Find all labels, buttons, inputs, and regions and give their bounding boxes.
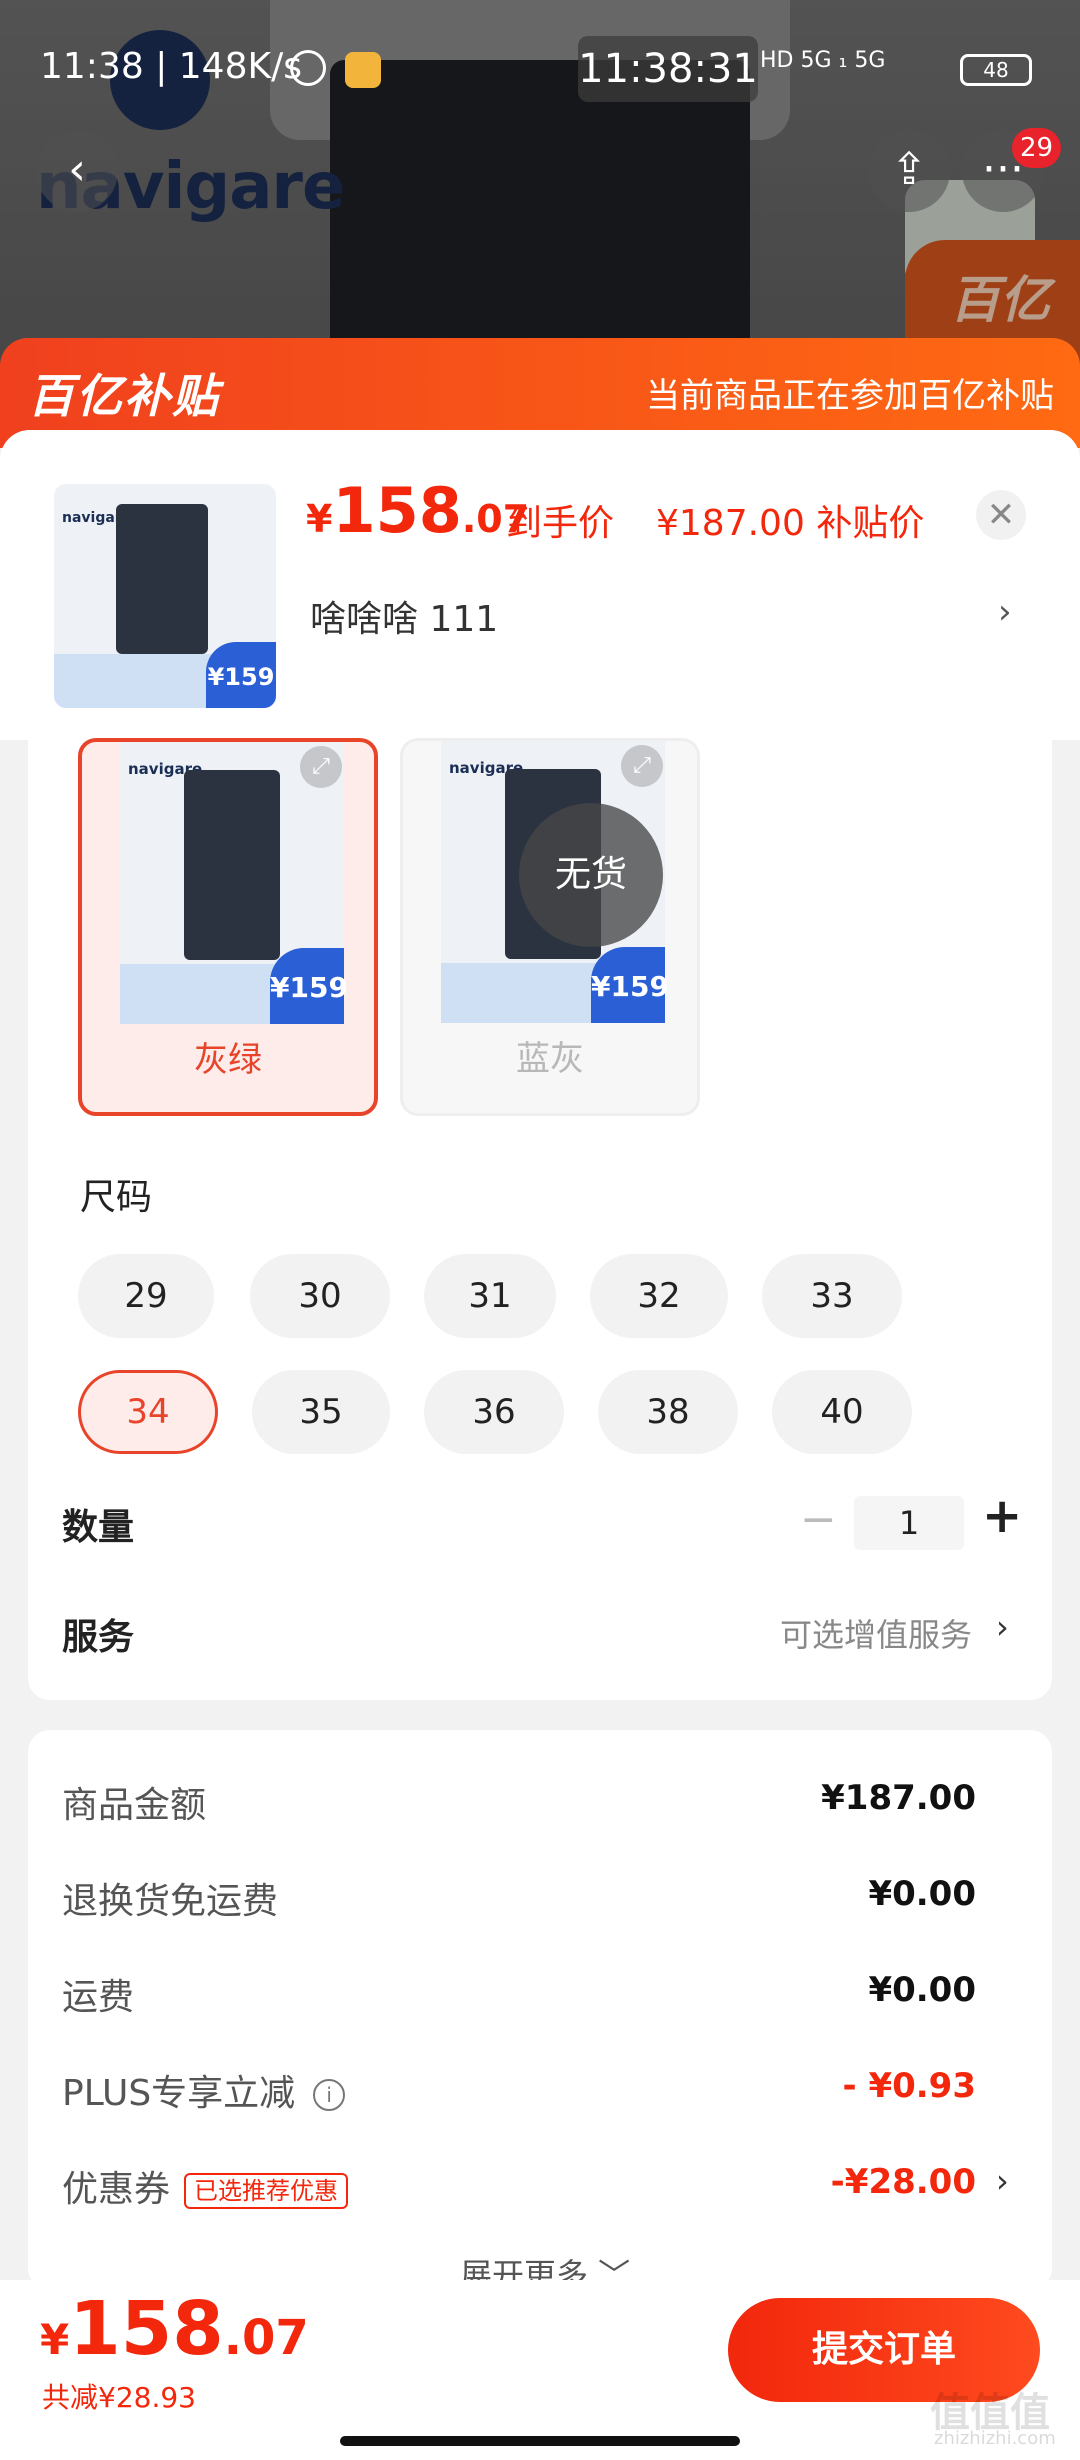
plus-discount-row: PLUS专享立减 i [62, 2064, 346, 2116]
status-time: 11:38 | 148K/s [40, 46, 302, 87]
chevron-right-icon[interactable]: › [998, 592, 1012, 632]
size-option-36[interactable]: 36 [424, 1370, 564, 1454]
status-bar: 11:38 | 148K/s 11:38:31 HD 5G ₁ 5G 48 [0, 36, 1080, 102]
bottom-price-yen: ¥ [40, 2315, 70, 2364]
message-count-badge: 29 [1012, 128, 1062, 168]
tile-price: ¥159 [591, 947, 669, 1023]
size-option-29[interactable]: 29 [78, 1254, 214, 1338]
coupon-row[interactable]: 优惠券 已选推荐优惠 [62, 2160, 349, 2212]
alarm-icon [290, 50, 326, 86]
price-row-label: 优惠券 [62, 2169, 171, 2210]
share-button[interactable]: ⇪ [868, 130, 950, 212]
size-option-33[interactable]: 33 [762, 1254, 902, 1338]
price-int: 158 [332, 474, 462, 547]
clock-overlay: 11:38:31 [578, 36, 758, 102]
back-button[interactable]: ‹ [36, 130, 118, 212]
service-label: 服务 [62, 1617, 135, 1658]
service-option[interactable]: 可选增值服务 [780, 1610, 972, 1656]
size-option-30[interactable]: 30 [250, 1254, 390, 1338]
price-row-label: 退换货免运费 [62, 1881, 279, 1922]
price-row-value: - ¥0.93 [842, 2066, 977, 2106]
quantity-label: 数量 [62, 1507, 135, 1548]
chevron-right-icon[interactable]: › [996, 1608, 1009, 1646]
close-icon[interactable]: ✕ [976, 490, 1026, 540]
price-row-label: 运费 [62, 1977, 135, 2018]
size-section-title: 尺码 [80, 1177, 153, 1218]
soldout-badge: 无货 [519, 803, 663, 947]
price-yen: ¥ [306, 497, 333, 541]
bottom-price: ¥158.07 [40, 2286, 309, 2372]
total-savings: 共减¥28.93 [42, 2381, 196, 2414]
subsidy-price: ¥187.00 补贴价 [656, 503, 925, 544]
price-row-value: -¥28.00 [830, 2162, 976, 2202]
price-row-label: 商品金额 [62, 1785, 207, 1826]
app-notification-icon [345, 52, 381, 88]
chevron-right-icon[interactable]: › [996, 2162, 1009, 2200]
tile-price: ¥159 [270, 948, 348, 1024]
final-price-label: 到手价 [506, 503, 615, 544]
color-option-label: 蓝灰 [516, 1039, 584, 1079]
size-option-32[interactable]: 32 [590, 1254, 728, 1338]
color-option-blue-gray[interactable]: navigare ¥159 ⤢ 无货 蓝灰 [400, 738, 700, 1116]
bottom-price-dec: .07 [223, 2310, 309, 2366]
watermark-url: zhizhizhi.com [934, 2428, 1056, 2449]
quantity-plus-button[interactable]: + [982, 1488, 1022, 1544]
home-indicator[interactable] [340, 2436, 740, 2446]
color-option-label: 灰绿 [194, 1040, 262, 1080]
price-row-label: PLUS专享立减 [62, 2073, 296, 2114]
bottom-price-int: 158 [69, 2286, 224, 2372]
quantity-minus-button[interactable]: − [800, 1494, 837, 1545]
final-price: ¥158.07 [306, 474, 529, 547]
price-row-value: ¥0.00 [868, 1874, 976, 1914]
color-option-image: navigare ¥159 ⤢ [120, 742, 348, 1024]
size-option-34[interactable]: 34 [78, 1370, 218, 1454]
battery-icon: 48 [960, 54, 1032, 86]
product-thumbnail[interactable]: navigare ¥159 [54, 484, 276, 708]
color-option-gray-green[interactable]: navigare ¥159 ⤢ 灰绿 [78, 738, 378, 1116]
size-option-35[interactable]: 35 [252, 1370, 390, 1454]
size-option-31[interactable]: 31 [424, 1254, 556, 1338]
thumb-pants [116, 504, 208, 654]
thumb-price: ¥159 [206, 642, 276, 708]
quantity-input[interactable]: 1 [854, 1496, 964, 1550]
selected-spec[interactable]: 啥啥啥 111 [310, 590, 498, 642]
info-icon[interactable]: i [313, 2079, 346, 2111]
coupon-tag: 已选推荐优惠 [184, 2173, 349, 2209]
price-row-value: ¥187.00 [821, 1778, 976, 1818]
color-option-image: navigare ¥159 ⤢ 无货 [441, 741, 669, 1023]
signal-icon: HD 5G ₁ 5G [760, 48, 886, 73]
expand-icon[interactable]: ⤢ [300, 746, 342, 788]
size-option-40[interactable]: 40 [772, 1370, 912, 1454]
size-option-38[interactable]: 38 [598, 1370, 738, 1454]
expand-icon[interactable]: ⤢ [621, 745, 663, 787]
subsidy-logo: 百亿补贴 [28, 369, 220, 423]
subsidy-tip: 当前商品正在参加百亿补贴 [646, 376, 1054, 416]
tile-pants [184, 770, 280, 960]
price-row-value: ¥0.00 [868, 1970, 976, 2010]
